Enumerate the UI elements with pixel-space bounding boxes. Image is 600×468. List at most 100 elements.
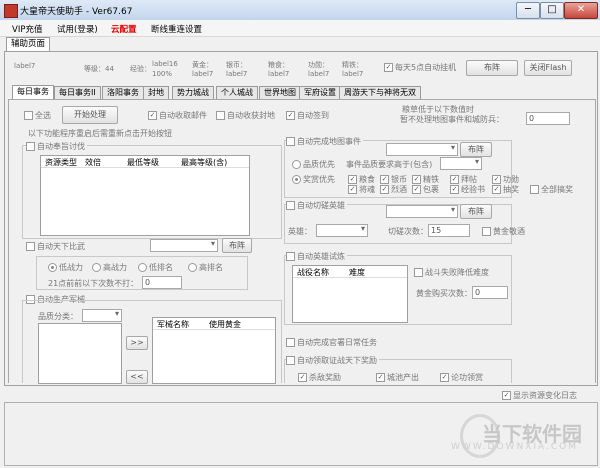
- map-dropdown[interactable]: [386, 143, 458, 156]
- rank-layout-button[interactable]: 布阵: [222, 238, 252, 253]
- gold-wine-checkbox[interactable]: 黄金敬酒: [482, 226, 525, 237]
- title-bar: 大皇帝天使助手 - Ver67.67 ─ □ ✕: [0, 0, 600, 21]
- buy-count-label: 黄金购买次数：: [416, 289, 472, 298]
- buy-count-input[interactable]: 0: [472, 286, 508, 299]
- map-layout-button[interactable]: 布阵: [460, 142, 492, 157]
- fail-lower-checkbox[interactable]: 战斗失败降低难度: [414, 267, 489, 278]
- food-value: label7: [268, 70, 290, 78]
- event-quality-dropdown[interactable]: [440, 157, 482, 170]
- menu-reconnect[interactable]: 断线重连设置: [151, 23, 202, 35]
- tab-military[interactable]: 军府设置: [299, 86, 341, 99]
- auto-trial-checkbox[interactable]: 自动英雄试炼: [286, 251, 347, 262]
- quality-first-radio[interactable]: 品质优先: [292, 159, 335, 170]
- campaign-merit-reward[interactable]: 论功领赏: [440, 372, 483, 383]
- label7-status: label7: [14, 62, 36, 70]
- reward-all[interactable]: 全部搞奖: [530, 184, 573, 195]
- select-all-checkbox[interactable]: 全选: [24, 110, 51, 121]
- rep-list[interactable]: 资源类型 效倍 最低等级 最高等级(含): [40, 155, 250, 236]
- trial-list-header: 战役名称 难度: [293, 266, 407, 278]
- merit-label: 功勋：: [308, 61, 329, 69]
- tab-faction-war[interactable]: 势力城战: [172, 86, 214, 99]
- rank-high-rank-radio[interactable]: 高排名: [188, 262, 223, 273]
- tab-assist-page[interactable]: 辅助页面: [6, 37, 51, 51]
- auto-map-checkbox[interactable]: 自动完成地图事件: [286, 136, 363, 147]
- close-flash-button[interactable]: 关闭Flash: [524, 60, 572, 76]
- auto-rep-checkbox[interactable]: 自动奉旨讨伐: [26, 141, 87, 152]
- restart-note: 以下功能程序重启后需重新点击开始按钮: [28, 129, 172, 138]
- gold-label: 黄金：: [192, 61, 213, 69]
- rank-low-power-radio[interactable]: 低战力: [48, 262, 83, 273]
- hero-dropdown[interactable]: [316, 224, 368, 237]
- maximize-button[interactable]: □: [540, 2, 564, 19]
- campaign-city-output[interactable]: 城池产出: [376, 372, 419, 383]
- auto-rank-checkbox[interactable]: 自动天下比武: [26, 241, 85, 252]
- start-button[interactable]: 开始处理: [62, 106, 118, 124]
- exp-value: label16: [152, 60, 178, 68]
- trial-list[interactable]: 战役名称 难度: [292, 265, 408, 323]
- tab-personal-war[interactable]: 个人城战: [216, 86, 258, 99]
- watermark-url: WWW.DOWNXIA.COM: [451, 442, 578, 452]
- minimize-button[interactable]: ─: [516, 2, 540, 19]
- layout-button[interactable]: 布阵: [466, 60, 518, 76]
- auto-mail-checkbox[interactable]: 自动收取邮件: [148, 110, 207, 121]
- menu-cloud-config[interactable]: 云配置: [111, 23, 137, 35]
- move-right-button[interactable]: >>: [126, 336, 148, 350]
- army-source-list[interactable]: [38, 323, 122, 384]
- exp-percent: 100%: [152, 70, 173, 78]
- cut-dropdown[interactable]: [386, 205, 458, 218]
- reward-package[interactable]: 包裹: [412, 184, 439, 195]
- tab-fief[interactable]: 封地: [143, 86, 169, 99]
- tab-world-map[interactable]: 世界地图: [259, 86, 301, 99]
- check-icon: [384, 63, 393, 72]
- iron-label: 精铁：: [342, 61, 363, 69]
- merit-value: label7: [308, 70, 330, 78]
- rank-low-rank-radio[interactable]: 低排名: [138, 262, 173, 273]
- rank-high-power-radio[interactable]: 高战力: [92, 262, 127, 273]
- tab-daily[interactable]: 每日事务: [12, 85, 54, 99]
- silver-label: 银币：: [226, 61, 247, 69]
- menu-trial-login[interactable]: 试用(登录): [57, 23, 98, 35]
- quality-label: 品质分类：: [38, 312, 78, 321]
- campaign-checkbox[interactable]: 自动领取证战天下奖励: [286, 355, 379, 366]
- close-button[interactable]: ✕: [564, 2, 598, 19]
- auto-cut-checkbox[interactable]: 自动切磋英雄: [286, 200, 347, 211]
- rank-note: 21点前前以下次数不打：: [48, 279, 139, 288]
- rep-list-header: 资源类型 效倍 最低等级 最高等级(含): [41, 156, 249, 168]
- level-label: 等级：44: [84, 65, 114, 73]
- gold-value: label7: [192, 70, 214, 78]
- reward-first-radio[interactable]: 奖赏优先: [292, 174, 335, 185]
- auto-hang-checkbox[interactable]: 每天5点自动挂机: [384, 62, 456, 73]
- move-left-button[interactable]: <<: [126, 370, 148, 384]
- iron-value: label7: [342, 70, 364, 78]
- menu-vip[interactable]: VIP充值: [12, 23, 42, 35]
- campaign-kill-reward[interactable]: 杀敌奖励: [298, 372, 341, 383]
- silver-value: label7: [226, 70, 248, 78]
- quality-dropdown[interactable]: [82, 309, 122, 322]
- window-title: 大皇帝天使助手 - Ver67.67: [20, 7, 133, 17]
- cut-count-input[interactable]: 15: [428, 224, 470, 237]
- auto-fief-checkbox[interactable]: 自动收获封地: [216, 110, 275, 121]
- app-icon: [4, 4, 18, 18]
- official-task-checkbox[interactable]: 自动完成官署日常任务: [286, 337, 377, 348]
- army-target-list[interactable]: 军械名称 使用黄金: [152, 317, 276, 384]
- food-threshold-note-2: 暂不处理地图事件和城防兵：: [400, 115, 504, 124]
- rank-skip-input[interactable]: 0: [142, 276, 182, 289]
- army-list-header: 军械名称 使用黄金: [153, 318, 275, 330]
- tab-luoyang[interactable]: 洛阳事务: [102, 86, 144, 99]
- rank-dropdown[interactable]: [150, 239, 218, 252]
- hero-label: 英雄：: [288, 227, 312, 236]
- food-threshold-input[interactable]: 0: [526, 112, 570, 125]
- cut-count-label: 切磋次数：: [388, 227, 428, 236]
- show-log-checkbox[interactable]: 显示资源变化日志: [502, 390, 577, 401]
- reward-soul[interactable]: 将魂: [348, 184, 375, 195]
- event-quality-label: 事件品质要求高于(包含): [346, 160, 433, 169]
- reward-exp-book[interactable]: 经验书: [450, 184, 485, 195]
- cut-layout-button[interactable]: 布阵: [460, 204, 492, 219]
- auto-sign-checkbox[interactable]: 自动签到: [286, 110, 329, 121]
- tab-daily-2[interactable]: 每日事务II: [54, 86, 101, 99]
- reward-lottery[interactable]: 抽奖: [492, 184, 519, 195]
- exp-label: 经验：: [130, 65, 151, 73]
- reward-wine[interactable]: 烈酒: [380, 184, 407, 195]
- menu-bar: VIP充值 试用(登录) 云配置 断线重连设置: [0, 20, 600, 37]
- tab-tour[interactable]: 周游天下与神将无双: [339, 86, 421, 99]
